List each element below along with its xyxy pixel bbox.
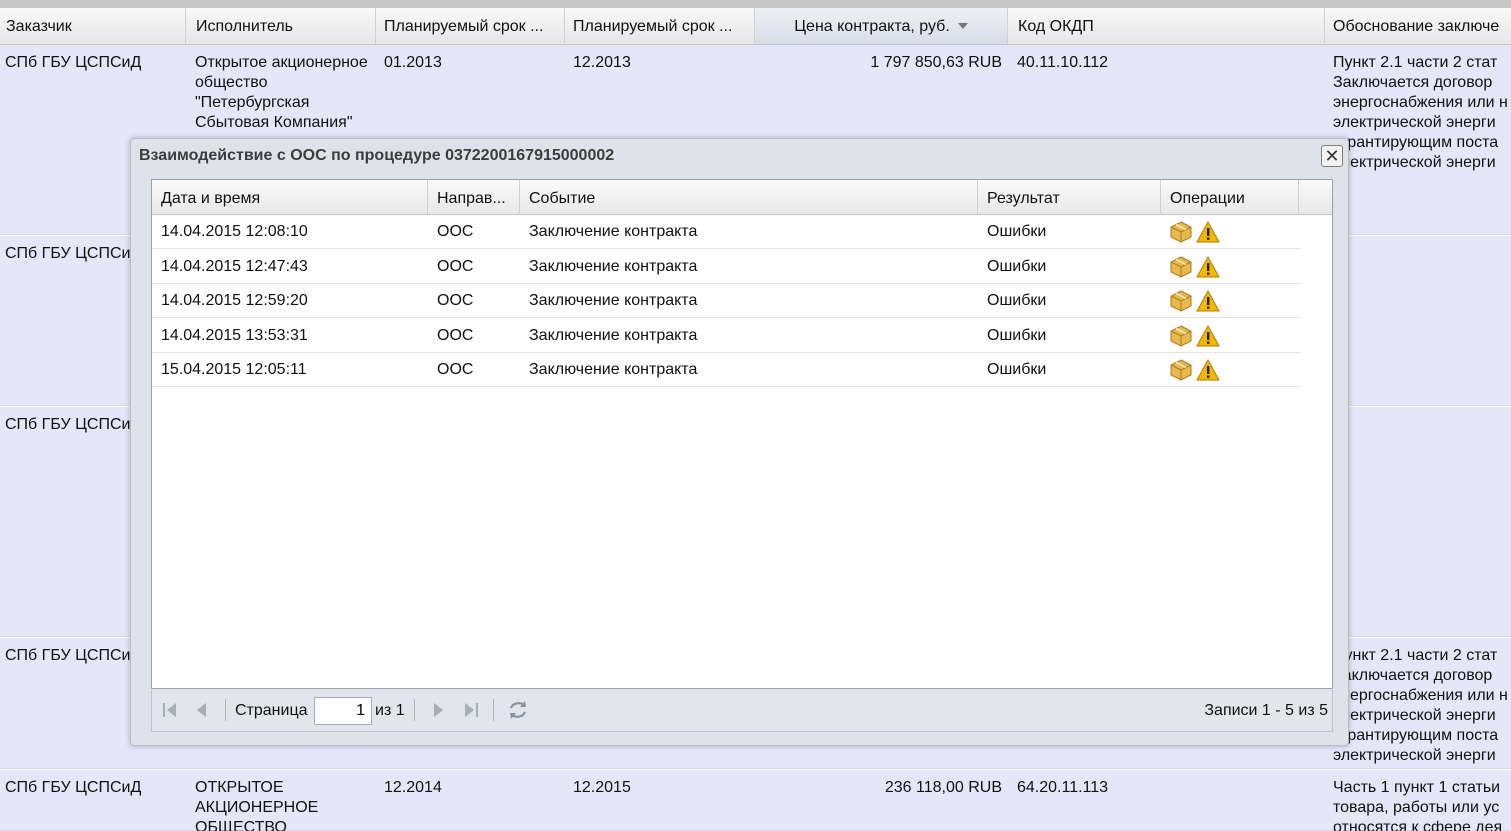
cell-customer: СПб ГБУ ЦСПСиД — [5, 779, 142, 796]
cell-datetime: 14.04.2015 12:47:43 — [161, 257, 308, 275]
records-summary: Записи 1 - 5 из 5 — [1204, 702, 1328, 719]
table-row[interactable]: 14.04.2015 12:08:10 ООС Заключение контрак… — [152, 215, 1301, 249]
dialog-title: Взаимодействие с ООС по процедуре 037220… — [139, 147, 615, 164]
top-strip — [0, 0, 1511, 8]
cell-result: Ошибки — [987, 223, 1047, 240]
col-header-executor[interactable]: Исполнитель — [186, 8, 376, 44]
cell-event: Заключение контракта — [529, 326, 698, 344]
table-row[interactable]: 14.04.2015 13:53:31 ООС Заключение контрак… — [152, 318, 1301, 353]
col-header-result[interactable]: Результат — [978, 180, 1161, 215]
cell-customer: СПб ГБУ ЦСПСиД — [5, 54, 142, 71]
first-page-icon[interactable] — [160, 700, 180, 720]
page-number-input[interactable] — [314, 697, 372, 725]
cell-planned-start: 01.2013 — [384, 54, 442, 71]
cell-okdp: 40.11.10.112 — [1017, 54, 1109, 71]
cell-datetime: 14.04.2015 12:59:20 — [161, 292, 308, 309]
toolbar-separator — [493, 699, 494, 721]
warning-icon[interactable] — [1196, 289, 1220, 313]
cell-planned-end: 12.2013 — [573, 54, 631, 71]
cell-result: Ошибки — [987, 257, 1047, 275]
cell-direction: ООС — [437, 223, 474, 240]
cell-basis: Пункт 2.1 части 2 стат Заключается догов… — [1333, 54, 1508, 171]
cell-price: 1 797 850,63 RUB — [870, 54, 1002, 71]
toolbar-separator — [225, 699, 226, 721]
col-header-okdp[interactable]: Код ОКДП — [1008, 8, 1325, 44]
cell-result: Ошибки — [987, 292, 1047, 309]
package-icon[interactable] — [1169, 220, 1193, 244]
col-header-spacer — [1299, 180, 1332, 215]
cell-customer: СПб ГБУ ЦСПСи — [5, 647, 130, 664]
cell-datetime: 14.04.2015 12:08:10 — [161, 223, 308, 240]
operations-cell — [1169, 358, 1223, 382]
paging-toolbar: Страница из 1 Записи 1 - 5 из 5 — [151, 690, 1333, 732]
col-header-price-label: Цена контракта, руб. — [794, 18, 950, 35]
col-header-direction[interactable]: Направ... — [428, 180, 520, 215]
cell-planned-end: 12.2015 — [573, 779, 631, 796]
operations-cell — [1169, 324, 1223, 348]
next-page-icon[interactable] — [428, 700, 448, 720]
cell-direction: ООС — [437, 292, 474, 309]
col-header-customer[interactable]: Заказчик — [0, 8, 186, 44]
close-icon[interactable]: ✕ — [1321, 145, 1343, 167]
col-header-planned-end[interactable]: Планируемый срок ... — [565, 8, 755, 44]
prev-page-icon[interactable] — [192, 700, 212, 720]
warning-icon[interactable] — [1196, 358, 1220, 382]
ooc-interaction-dialog: Взаимодействие с ООС по процедуре 037220… — [130, 138, 1349, 746]
operations-cell — [1169, 220, 1223, 244]
operations-cell — [1169, 289, 1223, 313]
package-icon[interactable] — [1169, 324, 1193, 348]
interaction-grid-header: Дата и время Направ... Событие Результат… — [152, 180, 1332, 215]
cell-basis: Часть 1 пункт 1 статьи товара, работы ил… — [1333, 779, 1503, 831]
cell-event: Заключение контракта — [529, 361, 698, 378]
cell-event: Заключение контракта — [529, 223, 698, 240]
cell-event: Заключение контракта — [529, 257, 698, 275]
col-header-datetime[interactable]: Дата и время — [152, 180, 428, 215]
sort-desc-icon — [957, 23, 968, 29]
cell-result: Ошибки — [987, 326, 1047, 344]
page-count-label: из 1 — [375, 702, 405, 719]
toolbar-separator — [414, 699, 415, 721]
cell-planned-start: 12.2014 — [384, 779, 442, 796]
warning-icon[interactable] — [1196, 220, 1220, 244]
cell-direction: ООС — [437, 326, 474, 344]
cell-price: 236 118,00 RUB — [884, 779, 1002, 796]
cell-executor: ОТКРЫТОЕ АКЦИОНЕРНОЕ ОБЩЕСТВО — [195, 779, 319, 831]
cell-event: Заключение контракта — [529, 292, 698, 309]
table-row[interactable]: 15.04.2015 12:05:11 ООС Заключение контрак… — [152, 353, 1301, 387]
cell-basis: Пункт 2.1 части 2 стат Заключается догов… — [1333, 647, 1508, 764]
contracts-grid-header: Заказчик Исполнитель Планируемый срок ..… — [0, 8, 1511, 45]
cell-datetime: 14.04.2015 13:53:31 — [161, 326, 308, 344]
cell-okdp: 64.20.11.113 — [1017, 779, 1109, 796]
cell-datetime: 15.04.2015 12:05:11 — [161, 361, 307, 378]
operations-cell — [1169, 255, 1223, 279]
page-label: Страница — [235, 702, 308, 719]
table-row[interactable]: 14.04.2015 12:47:43 ООС Заключение контрак… — [152, 249, 1301, 284]
table-row[interactable]: 14.04.2015 12:59:20 ООС Заключение контрак… — [152, 284, 1301, 318]
col-header-operations[interactable]: Операции — [1161, 180, 1299, 215]
warning-icon[interactable] — [1196, 324, 1220, 348]
col-header-price[interactable]: Цена контракта, руб. — [755, 8, 1008, 44]
refresh-icon[interactable] — [506, 698, 530, 722]
package-icon[interactable] — [1169, 255, 1193, 279]
warning-icon[interactable] — [1196, 255, 1220, 279]
col-header-basis[interactable]: Обоснование заключе — [1325, 8, 1511, 44]
cell-customer: СПб ГБУ ЦСПСи — [5, 245, 130, 262]
cell-direction: ООС — [437, 257, 474, 275]
last-page-icon[interactable] — [461, 700, 481, 720]
cell-direction: ООС — [437, 361, 474, 378]
cell-result: Ошибки — [987, 361, 1047, 378]
package-icon[interactable] — [1169, 358, 1193, 382]
package-icon[interactable] — [1169, 289, 1193, 313]
col-header-planned-start[interactable]: Планируемый срок ... — [376, 8, 565, 44]
cell-customer: СПб ГБУ ЦСПСи — [5, 416, 130, 433]
col-header-event[interactable]: Событие — [520, 180, 978, 215]
interaction-grid: Дата и время Направ... Событие Результат… — [151, 179, 1333, 689]
table-row[interactable]: СПб ГБУ ЦСПСиД ОТКРЫТОЕ АКЦИОНЕРНОЕ ОБЩЕ… — [0, 770, 1511, 831]
